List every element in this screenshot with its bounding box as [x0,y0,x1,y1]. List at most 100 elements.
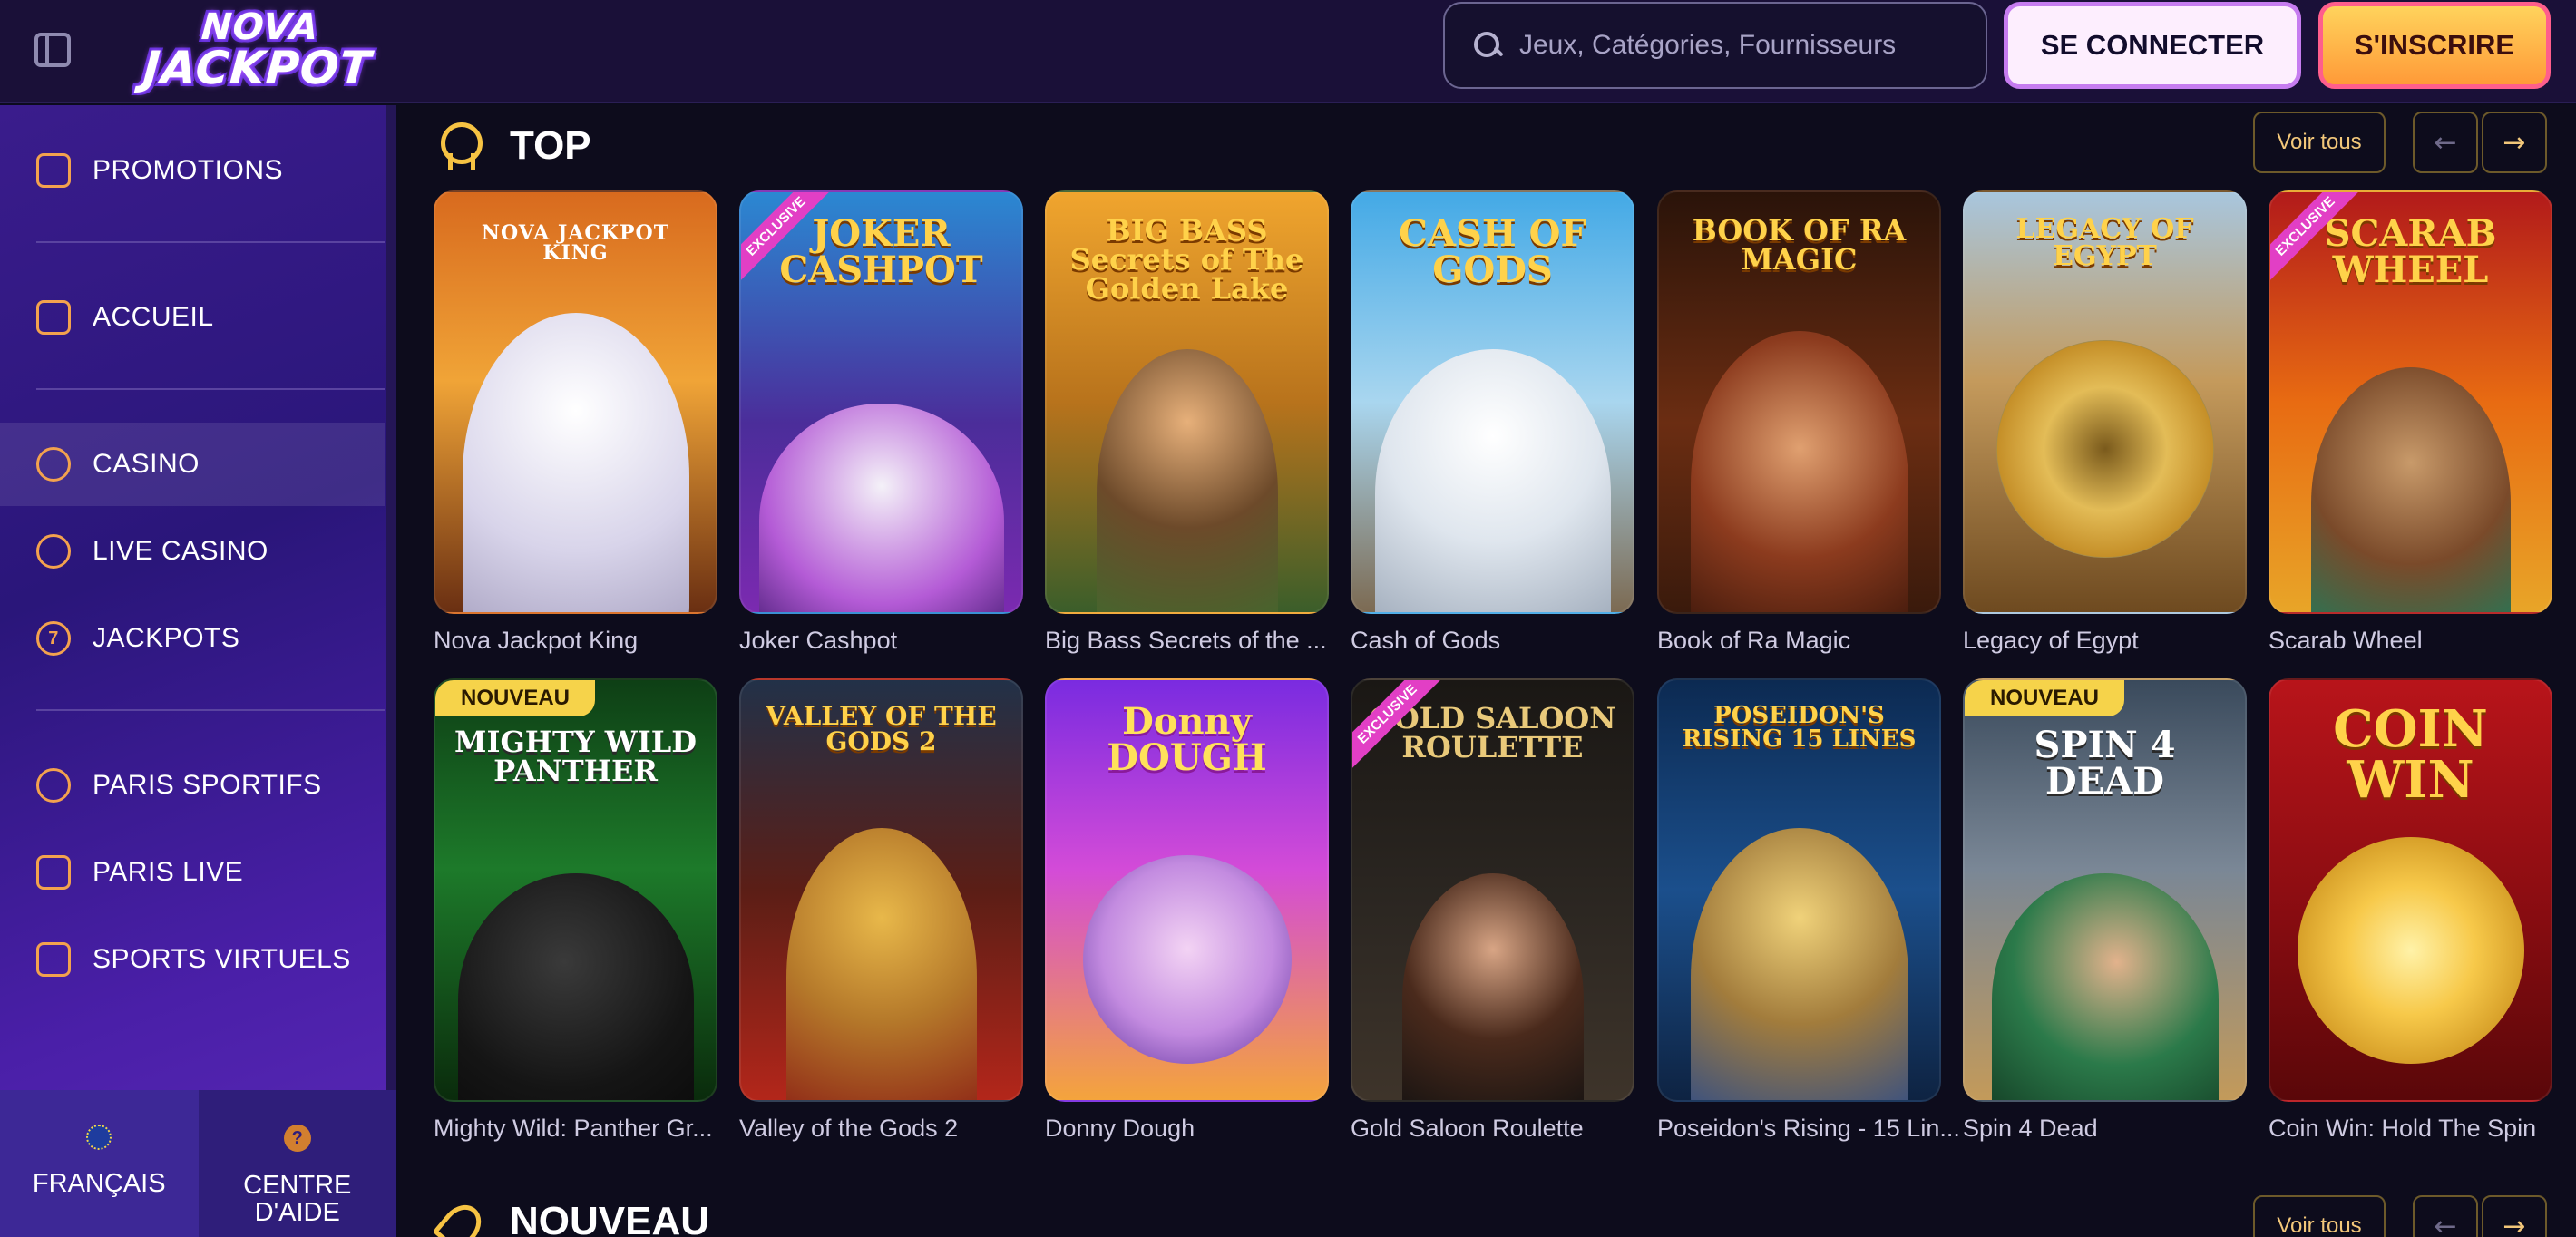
help-icon: ? [283,1125,311,1152]
game-thumbnail[interactable]: COIN WIN [2269,678,2552,1102]
sidebar-item-casino[interactable]: CASINO [0,423,385,506]
carousel-prev-button[interactable]: ← [2413,1195,2478,1237]
see-all-button[interactable]: Voir tous [2253,1195,2386,1237]
game-card[interactable]: LEGACY OF EGYPT Legacy of Egypt [1963,190,2247,655]
game-name[interactable]: Donny Dough [1045,1115,1329,1143]
game-thumbnail[interactable]: POSEIDON'S RISING 15 LINES [1657,678,1941,1102]
carousel-next-button[interactable]: → [2482,112,2547,173]
game-card[interactable]: EXCLUSIVE GOLD SALOON ROULETTE Gold Salo… [1351,678,1634,1143]
game-card[interactable]: VALLEY OF THE GODS 2 Valley of the Gods … [739,678,1023,1143]
game-art-title: SPIN 4 DEAD [2034,724,2176,803]
sidebar-item-label: PROMOTIONS [93,155,284,185]
sidebar-divider [36,388,385,390]
sidebar-item-label: CASINO [93,449,200,479]
section-title: TOP [510,123,591,168]
language-button[interactable]: FRANÇAIS [0,1090,199,1237]
sidebar-item-label: JACKPOTS [93,623,240,653]
help-label-line2: D'AIDE [254,1198,340,1228]
game-thumbnail[interactable]: NOUVEAU MIGHTY WILD PANTHER [434,678,717,1102]
see-all-button[interactable]: Voir tous [2253,112,2386,173]
game-card[interactable]: CASH OF GODS Cash of Gods [1351,190,1634,655]
sidebar: PROMOTIONS ACCUEIL CASINO LIVE CASINO 7 … [0,105,396,1237]
search-icon [1472,30,1503,61]
game-card[interactable]: POSEIDON'S RISING 15 LINES Poseidon's Ri… [1657,678,1960,1143]
search-input[interactable] [1503,30,1986,61]
section-title: NOUVEAU [510,1199,710,1237]
fisherman-king-figure [1096,349,1278,612]
game-name[interactable]: Coin Win: Hold The Spin [2269,1115,2552,1143]
search-bar[interactable] [1443,2,1987,89]
game-name[interactable]: Mighty Wild: Panther Gr... [434,1115,717,1143]
game-name[interactable]: Spin 4 Dead [1963,1115,2247,1143]
game-name[interactable]: Legacy of Egypt [1963,627,2247,655]
game-name[interactable]: Scarab Wheel [2269,627,2552,655]
poseidon-figure [1690,828,1908,1100]
game-thumbnail[interactable]: LEGACY OF EGYPT [1963,190,2247,614]
clown-figure [1082,855,1292,1064]
sidebar-divider [36,241,385,243]
logo-text-bottom: JACKPOT [141,42,374,94]
game-card[interactable]: BIG BASS Secrets of The Golden Lake Big … [1045,190,1329,655]
help-center-button[interactable]: ? CENTRE D'AIDE [198,1090,396,1237]
game-thumbnail[interactable]: CASH OF GODS [1351,190,1634,614]
game-card[interactable]: NOUVEAU MIGHTY WILD PANTHER Mighty Wild:… [434,678,717,1143]
game-thumbnail[interactable]: BOOK OF RA MAGIC [1657,190,1941,614]
sidebar-item-label: SPORTS VIRTUELS [93,944,351,974]
game-name[interactable]: Big Bass Secrets of the ... [1045,627,1329,655]
game-name[interactable]: Joker Cashpot [739,627,1023,655]
sidebar-item-jackpots[interactable]: 7 JACKPOTS [0,597,385,680]
game-card[interactable]: NOUVEAU SPIN 4 DEAD Spin 4 Dead [1963,678,2247,1143]
sniper-figure [1991,873,2219,1100]
game-name[interactable]: Gold Saloon Roulette [1351,1115,1634,1143]
language-label: FRANÇAIS [32,1169,166,1198]
sidebar-bottom-bar: FRANÇAIS ? CENTRE D'AIDE [0,1090,396,1237]
sidebar-item-sports-virtuels[interactable]: SPORTS VIRTUELS [0,918,385,1001]
football-icon [36,768,71,803]
game-name[interactable]: Nova Jackpot King [434,627,717,655]
game-thumbnail[interactable]: NOUVEAU SPIN 4 DEAD [1963,678,2247,1102]
new-badge: NOUVEAU [1965,680,2125,716]
section-header-new: NOUVEAU [434,1181,709,1237]
game-art-title: BOOK OF RA MAGIC [1692,213,1907,277]
game-card[interactable]: COIN WIN Coin Win: Hold The Spin [2269,678,2552,1143]
game-thumbnail[interactable]: BIG BASS Secrets of The Golden Lake [1045,190,1329,614]
game-name[interactable]: Poseidon's Rising - 15 Lin... [1657,1115,1960,1143]
sidebar-item-accueil[interactable]: ACCUEIL [0,276,385,359]
sidebar-item-paris-sportifs[interactable]: PARIS SPORTIFS [0,744,385,827]
game-thumbnail[interactable]: EXCLUSIVE SCARAB WHEEL [2269,190,2552,614]
sidebar-item-live-casino[interactable]: LIVE CASINO [0,510,385,593]
game-thumbnail[interactable]: Donny DOUGH [1045,678,1329,1102]
game-art-title: CASH OF GODS [1399,212,1586,291]
game-name[interactable]: Book of Ra Magic [1657,627,1941,655]
play-icon [36,855,71,890]
signup-button[interactable]: S'INSCRIRE [2318,2,2551,89]
carousel-next-button[interactable]: → [2482,1195,2547,1237]
explorer-figure [1690,331,1908,612]
cat-figure [2310,367,2511,612]
game-thumbnail[interactable]: EXCLUSIVE JOKER CASHPOT [739,190,1023,614]
sidebar-item-label: PARIS LIVE [93,857,244,887]
sidebar-item-paris-live[interactable]: PARIS LIVE [0,831,385,914]
game-thumbnail[interactable]: EXCLUSIVE GOLD SALOON ROULETTE [1351,678,1634,1102]
login-button[interactable]: SE CONNECTER [2004,2,2301,89]
game-card[interactable]: Donny DOUGH Donny Dough [1045,678,1329,1143]
sidebar-scrollbar[interactable] [386,105,396,1237]
sidebar-item-promotions[interactable]: PROMOTIONS [0,129,385,212]
sidebar-item-label: ACCUEIL [93,302,214,332]
game-card[interactable]: NOVA JACKPOT KING Nova Jackpot King [434,190,717,655]
game-card[interactable]: EXCLUSIVE JOKER CASHPOT Joker Cashpot [739,190,1023,655]
section-header-top: TOP [434,105,591,187]
game-art-title: MIGHTY WILD PANTHER [454,725,697,788]
carousel-prev-button[interactable]: ← [2413,112,2478,173]
sidebar-item-label: PARIS SPORTIFS [93,770,322,800]
main-content: TOP Voir tous ← → NOVA JACKPOT KING Nova… [399,105,2576,1237]
chip-icon [36,447,71,482]
game-name[interactable]: Valley of the Gods 2 [739,1115,1023,1143]
game-thumbnail[interactable]: NOVA JACKPOT KING [434,190,717,614]
game-name[interactable]: Cash of Gods [1351,627,1634,655]
game-card[interactable]: BOOK OF RA MAGIC Book of Ra Magic [1657,190,1941,655]
sidebar-toggle-icon[interactable] [34,33,71,67]
game-card[interactable]: EXCLUSIVE SCARAB WHEEL Scarab Wheel [2269,190,2552,655]
site-logo[interactable]: NOVA JACKPOT [133,5,385,96]
game-thumbnail[interactable]: VALLEY OF THE GODS 2 [739,678,1023,1102]
